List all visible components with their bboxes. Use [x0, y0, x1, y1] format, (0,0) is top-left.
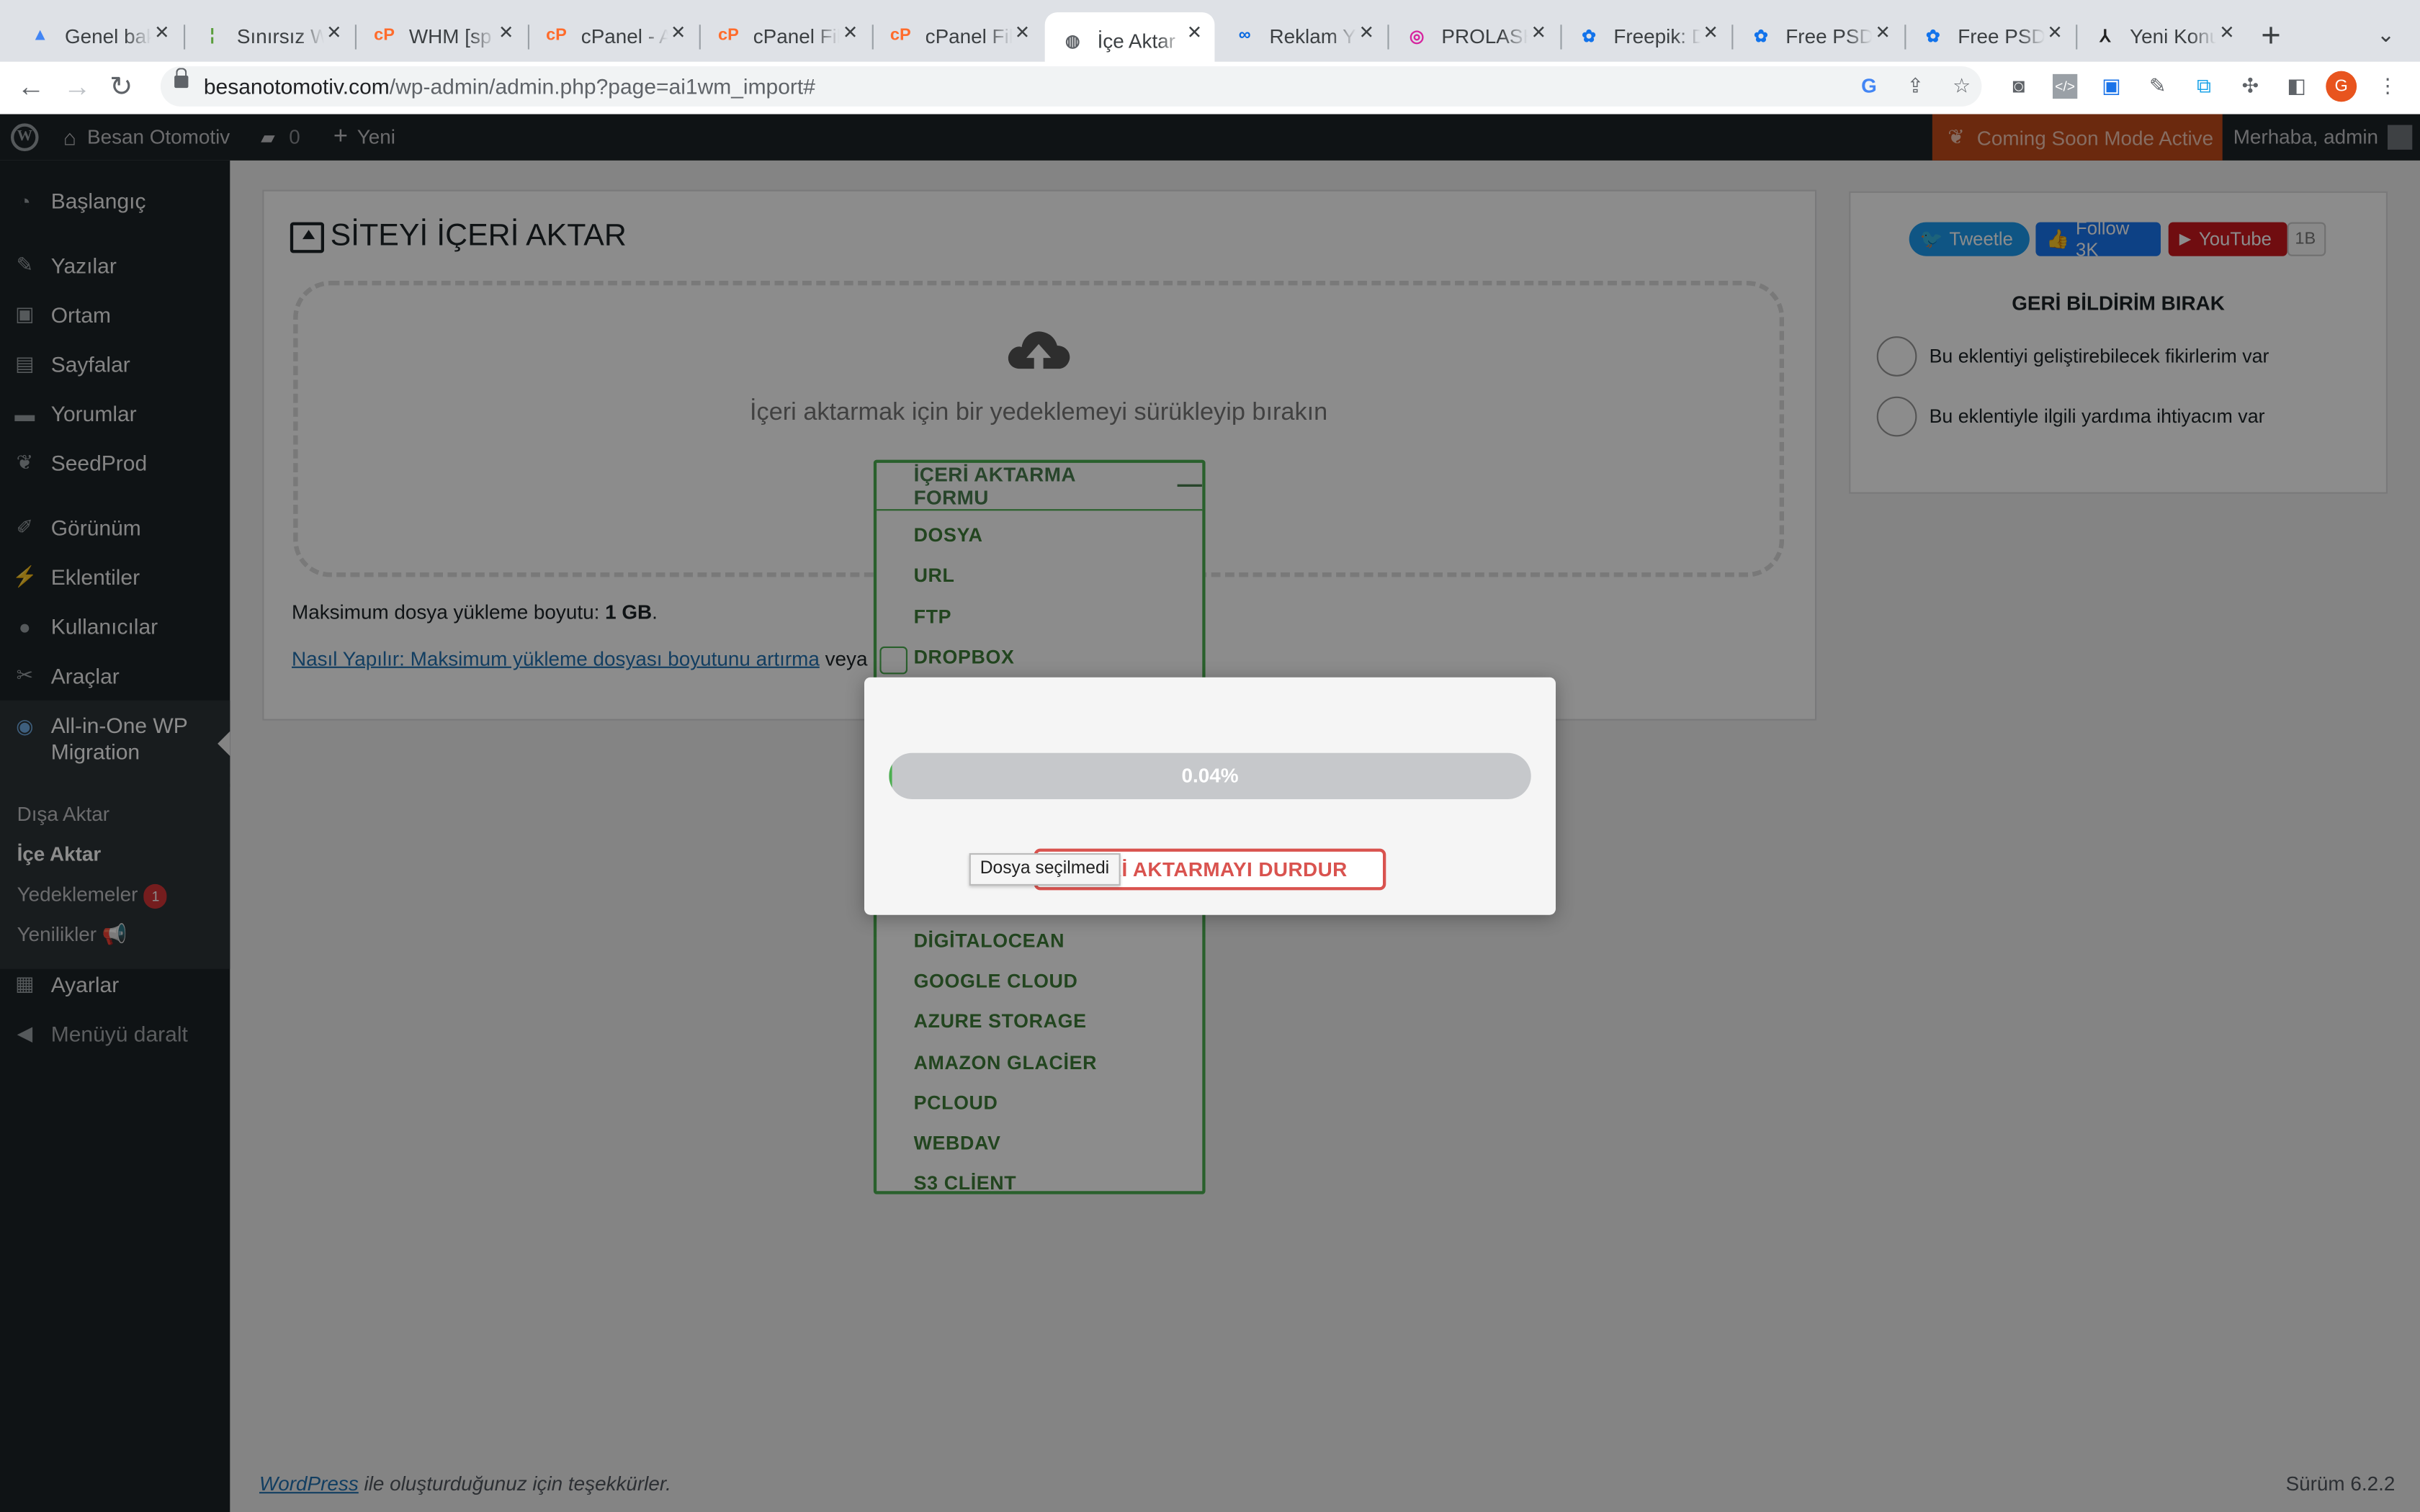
- browser-menu-icon[interactable]: ⋮: [2375, 74, 2400, 99]
- tab-title: cPanel Fil: [925, 24, 1012, 48]
- tab-title: Freepik: D: [1613, 24, 1700, 48]
- forum-icon: ⅄: [2099, 27, 2111, 46]
- address-bar[interactable]: besanotomotiv.com/wp-admin/admin.php?pag…: [160, 66, 1982, 107]
- cpanel-icon: cP: [374, 26, 395, 45]
- browser-tab[interactable]: ◍ İçe Aktar ✕: [1044, 12, 1215, 68]
- cpanel-icon: cP: [546, 26, 567, 45]
- reload-icon[interactable]: ↻: [109, 71, 133, 104]
- share-icon[interactable]: ⇪: [1903, 74, 1927, 99]
- close-tab-icon[interactable]: ✕: [671, 22, 686, 43]
- tab-separator: [526, 24, 529, 50]
- import-progress-modal: 0.04% İÇERİ AKTARMAYI DURDUR: [864, 677, 1556, 915]
- translate-extension-icon[interactable]: ▣: [2099, 74, 2123, 99]
- meta-icon: ∞: [1238, 26, 1251, 45]
- tab-title: Yeni Konu: [2130, 24, 2217, 48]
- browser-tab[interactable]: cP WHM [sp ✕: [357, 12, 526, 58]
- bamboo-icon: ¦: [210, 26, 215, 45]
- google-ads-icon: ▲: [32, 26, 49, 45]
- browser-tab[interactable]: ▲ Genel bakış✕: [12, 12, 182, 58]
- close-tab-icon[interactable]: ✕: [154, 22, 170, 43]
- back-arrow-icon[interactable]: ←: [17, 71, 45, 104]
- screen-extension-icon[interactable]: ⧉: [2192, 74, 2216, 99]
- file-input-tooltip: Dosya seçilmedi: [969, 853, 1121, 886]
- tab-title: Free PSD: [1958, 24, 2045, 48]
- google-lens-icon[interactable]: G: [1857, 74, 1881, 99]
- browser-tab[interactable]: cP cPanel Fil ✕: [701, 12, 871, 58]
- close-tab-icon[interactable]: ✕: [326, 22, 342, 43]
- cpanel-icon: cP: [889, 26, 911, 45]
- close-tab-icon[interactable]: ✕: [1531, 22, 1547, 43]
- bookmark-star-icon[interactable]: ☆: [1949, 74, 1973, 99]
- forward-arrow-icon[interactable]: →: [63, 71, 91, 104]
- side-panel-icon[interactable]: ◧: [2284, 74, 2308, 99]
- browser-tab[interactable]: ✿ Free PSD ✕: [1733, 12, 1903, 58]
- close-tab-icon[interactable]: ✕: [498, 22, 514, 43]
- tab-title: cPanel Fil: [753, 24, 840, 48]
- tab-title: İçe Aktar: [1097, 28, 1175, 52]
- tab-separator: [182, 24, 185, 50]
- tab-separator: [2076, 24, 2078, 50]
- extensions-puzzle-icon[interactable]: ✣: [2238, 74, 2262, 99]
- browser-tab[interactable]: cP cPanel Fil ✕: [873, 12, 1043, 58]
- close-tab-icon[interactable]: ✕: [1015, 22, 1031, 43]
- code-extension-icon[interactable]: </>: [2053, 73, 2078, 99]
- close-tab-icon[interactable]: ✕: [1703, 22, 1719, 43]
- freepik-icon: ✿: [1582, 27, 1596, 46]
- browser-tab[interactable]: ◎ PROLASH ✕: [1389, 12, 1559, 58]
- tab-separator: [1559, 24, 1561, 50]
- camera-extension-icon[interactable]: ◙: [2007, 74, 2031, 99]
- tab-title: WHM [sp: [408, 24, 492, 48]
- close-tab-icon[interactable]: ✕: [2047, 22, 2063, 43]
- tab-separator: [1731, 24, 1734, 50]
- tab-separator: [699, 24, 701, 50]
- browser-tab[interactable]: ✿ Freepik: D ✕: [1561, 12, 1731, 58]
- close-tab-icon[interactable]: ✕: [1359, 22, 1375, 43]
- profile-avatar[interactable]: G: [2326, 71, 2357, 102]
- tab-title: Free PSD: [1785, 24, 1873, 48]
- tab-separator: [871, 24, 873, 50]
- freepik-icon: ✿: [1926, 27, 1940, 46]
- close-tab-icon[interactable]: ✕: [1875, 22, 1891, 43]
- new-tab-button[interactable]: +: [2261, 15, 2281, 55]
- close-tab-icon[interactable]: ✕: [1187, 22, 1203, 43]
- instagram-icon: ◎: [1409, 27, 1425, 46]
- browser-tab[interactable]: cP cPanel - A ✕: [529, 12, 699, 58]
- browser-toolbar: ← → ↻ besanotomotiv.com/wp-admin/admin.p…: [0, 61, 2420, 116]
- tab-title: PROLASH: [1441, 24, 1528, 48]
- cpanel-icon: cP: [717, 26, 739, 45]
- tab-title: Reklam Yö: [1269, 24, 1356, 48]
- close-tab-icon[interactable]: ✕: [2219, 22, 2235, 43]
- lock-icon[interactable]: [174, 68, 189, 89]
- freepik-icon: ✿: [1754, 27, 1768, 46]
- tab-title: Sınırsız Web: [236, 24, 323, 48]
- tab-separator: [1904, 24, 1906, 50]
- url-text[interactable]: besanotomotiv.com/wp-admin/admin.php?pag…: [204, 74, 815, 99]
- tab-separator: [354, 24, 357, 50]
- tab-separator: [1387, 24, 1389, 50]
- tab-title: Genel bakış: [65, 24, 151, 48]
- import-progress-bar: 0.04%: [889, 752, 1531, 799]
- browser-tab[interactable]: ✿ Free PSD ✕: [1905, 12, 2075, 58]
- tab-search-chevron-icon[interactable]: ⌄: [2377, 22, 2395, 48]
- progress-percent: 0.04%: [1181, 763, 1239, 787]
- globe-icon: ◍: [1065, 31, 1080, 50]
- tab-title: cPanel - A: [581, 24, 668, 48]
- browser-tab[interactable]: ∞ Reklam Yö✕: [1217, 12, 1387, 58]
- browser-tab[interactable]: ¦ Sınırsız Web✕: [184, 12, 354, 58]
- eyedropper-extension-icon[interactable]: ✎: [2146, 74, 2170, 99]
- close-tab-icon[interactable]: ✕: [843, 22, 859, 43]
- browser-tab-bar: ▲Genel bakış✕¦Sınırsız Web✕cPWHM [sp✕cPc…: [0, 0, 2420, 68]
- browser-tab[interactable]: ⅄ Yeni Konu ✕: [2077, 12, 2247, 58]
